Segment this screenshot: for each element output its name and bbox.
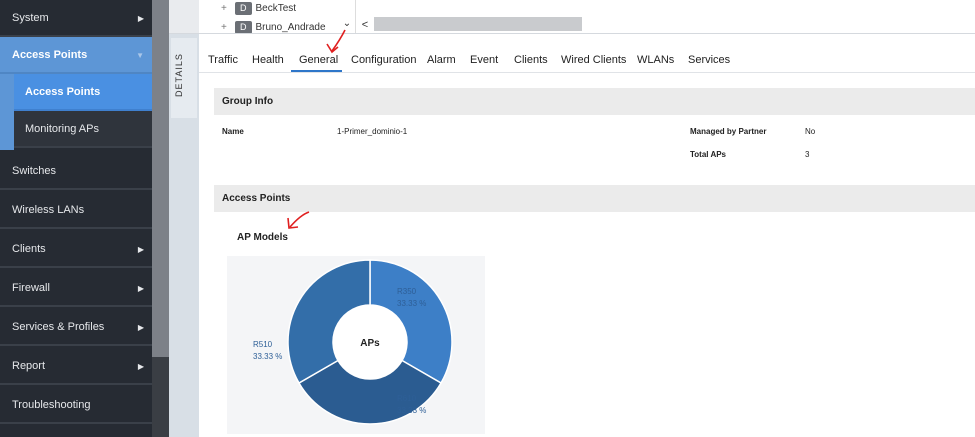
name-value: 1-Primer_dominio-1 xyxy=(337,127,408,136)
sidebar-item-label: System xyxy=(12,12,49,24)
sidebar-item-clients[interactable]: Clients ▶ xyxy=(0,231,152,268)
expand-icon[interactable]: + xyxy=(221,3,231,14)
tab-wlans[interactable]: WLANs xyxy=(637,54,674,70)
sidebar: System ▶ Access Points ▼ Access Points M… xyxy=(0,0,152,437)
sidebar-item-label: Switches xyxy=(12,165,57,177)
tree-row-label[interactable]: Bruno_Andrade xyxy=(256,22,326,33)
sidebar-item-firewall[interactable]: Firewall ▶ xyxy=(0,270,152,307)
total-aps-value: 3 xyxy=(805,150,810,159)
details-label: DETAILS xyxy=(174,53,184,97)
chevron-right-icon: ▶ xyxy=(137,323,144,332)
sidebar-scrollbar-bottom xyxy=(152,357,169,437)
sidebar-item-troubleshooting[interactable]: Troubleshooting xyxy=(0,387,152,424)
tree-divider xyxy=(355,0,356,33)
sidebar-item-label: Clients xyxy=(12,243,46,255)
expand-icon[interactable]: + xyxy=(221,22,231,33)
slice-category-label: R510 xyxy=(253,340,273,349)
name-label: Name xyxy=(222,127,244,136)
slice-value-label: 33.33 % xyxy=(397,299,426,308)
sidebar-item-switches[interactable]: Switches xyxy=(0,153,152,190)
tab-wired-clients[interactable]: Wired Clients xyxy=(561,54,626,70)
tree-row-label[interactable]: BeckTest xyxy=(256,3,297,14)
divider xyxy=(169,33,975,34)
sidebar-item-system[interactable]: System ▶ xyxy=(0,0,152,37)
sidebar-item-label: Wireless LANs xyxy=(12,204,85,216)
sidebar-item-label: Access Points xyxy=(25,86,101,98)
section-header-access-points: Access Points xyxy=(214,185,975,212)
tab-clients[interactable]: Clients xyxy=(514,54,548,70)
domain-badge: D xyxy=(235,1,252,15)
tree-gutter xyxy=(169,0,199,33)
slice-value-label: 33.33 % xyxy=(397,406,426,415)
scroll-left-icon[interactable]: < xyxy=(358,18,372,32)
section-header-group-info: Group Info xyxy=(214,88,975,115)
total-aps-label: Total APs xyxy=(690,150,727,159)
managed-by-partner-label: Managed by Partner xyxy=(690,127,767,136)
tab-general[interactable]: General xyxy=(299,54,338,70)
donut-center-label: APs xyxy=(360,338,380,349)
submenu-indent xyxy=(0,74,14,150)
chevron-down-icon: ▼ xyxy=(136,51,144,60)
sidebar-item-label: Monitoring APs xyxy=(25,123,99,135)
chart-title: AP Models xyxy=(237,232,288,243)
sidebar-item-label: Access Points xyxy=(12,49,88,61)
tabs-divider xyxy=(199,72,975,73)
sidebar-item-label: Report xyxy=(12,360,46,372)
ap-models-donut-chart: R350 33.33 % R610 33.33 % R510 33.33 % APs xyxy=(253,259,453,425)
tab-configuration[interactable]: Configuration xyxy=(351,54,416,70)
sidebar-item-services-profiles[interactable]: Services & Profiles ▶ xyxy=(0,309,152,346)
chevron-right-icon: ▶ xyxy=(137,362,144,371)
annotation-arrow-icon xyxy=(326,29,346,54)
sidebar-item-wireless-lans[interactable]: Wireless LANs xyxy=(0,192,152,229)
active-tab-indicator xyxy=(291,70,342,72)
annotation-arrow-icon xyxy=(287,211,310,229)
slice-category-label: R350 xyxy=(397,287,417,296)
slice-category-label: R610 xyxy=(397,394,417,403)
sidebar-item-access-points-group[interactable]: Access Points ▼ xyxy=(0,37,152,74)
sidebar-item-label: Troubleshooting xyxy=(12,399,91,411)
chevron-right-icon: ▶ xyxy=(137,14,144,23)
sidebar-subitem-access-points[interactable]: Access Points xyxy=(14,74,152,111)
tab-alarm[interactable]: Alarm xyxy=(427,54,456,70)
sidebar-item-label: Firewall xyxy=(12,282,50,294)
tab-health[interactable]: Health xyxy=(252,54,284,70)
sidebar-item-report[interactable]: Report ▶ xyxy=(0,348,152,385)
sidebar-scrollbar-thumb[interactable] xyxy=(152,0,169,357)
slice-value-label: 33.33 % xyxy=(253,352,282,361)
chevron-right-icon: ▶ xyxy=(137,245,144,254)
tree-row[interactable]: + D BeckTest xyxy=(221,0,296,16)
sidebar-item-label: Services & Profiles xyxy=(12,321,105,333)
managed-by-partner-value: No xyxy=(805,127,816,136)
horizontal-scrollbar-thumb[interactable] xyxy=(374,17,582,31)
tab-event[interactable]: Event xyxy=(470,54,498,70)
domain-badge: D xyxy=(235,20,252,34)
sidebar-subitem-monitoring-aps[interactable]: Monitoring APs xyxy=(14,111,152,148)
tab-services[interactable]: Services xyxy=(688,54,730,70)
tab-traffic[interactable]: Traffic xyxy=(208,54,238,70)
chevron-right-icon: ▶ xyxy=(137,284,144,293)
